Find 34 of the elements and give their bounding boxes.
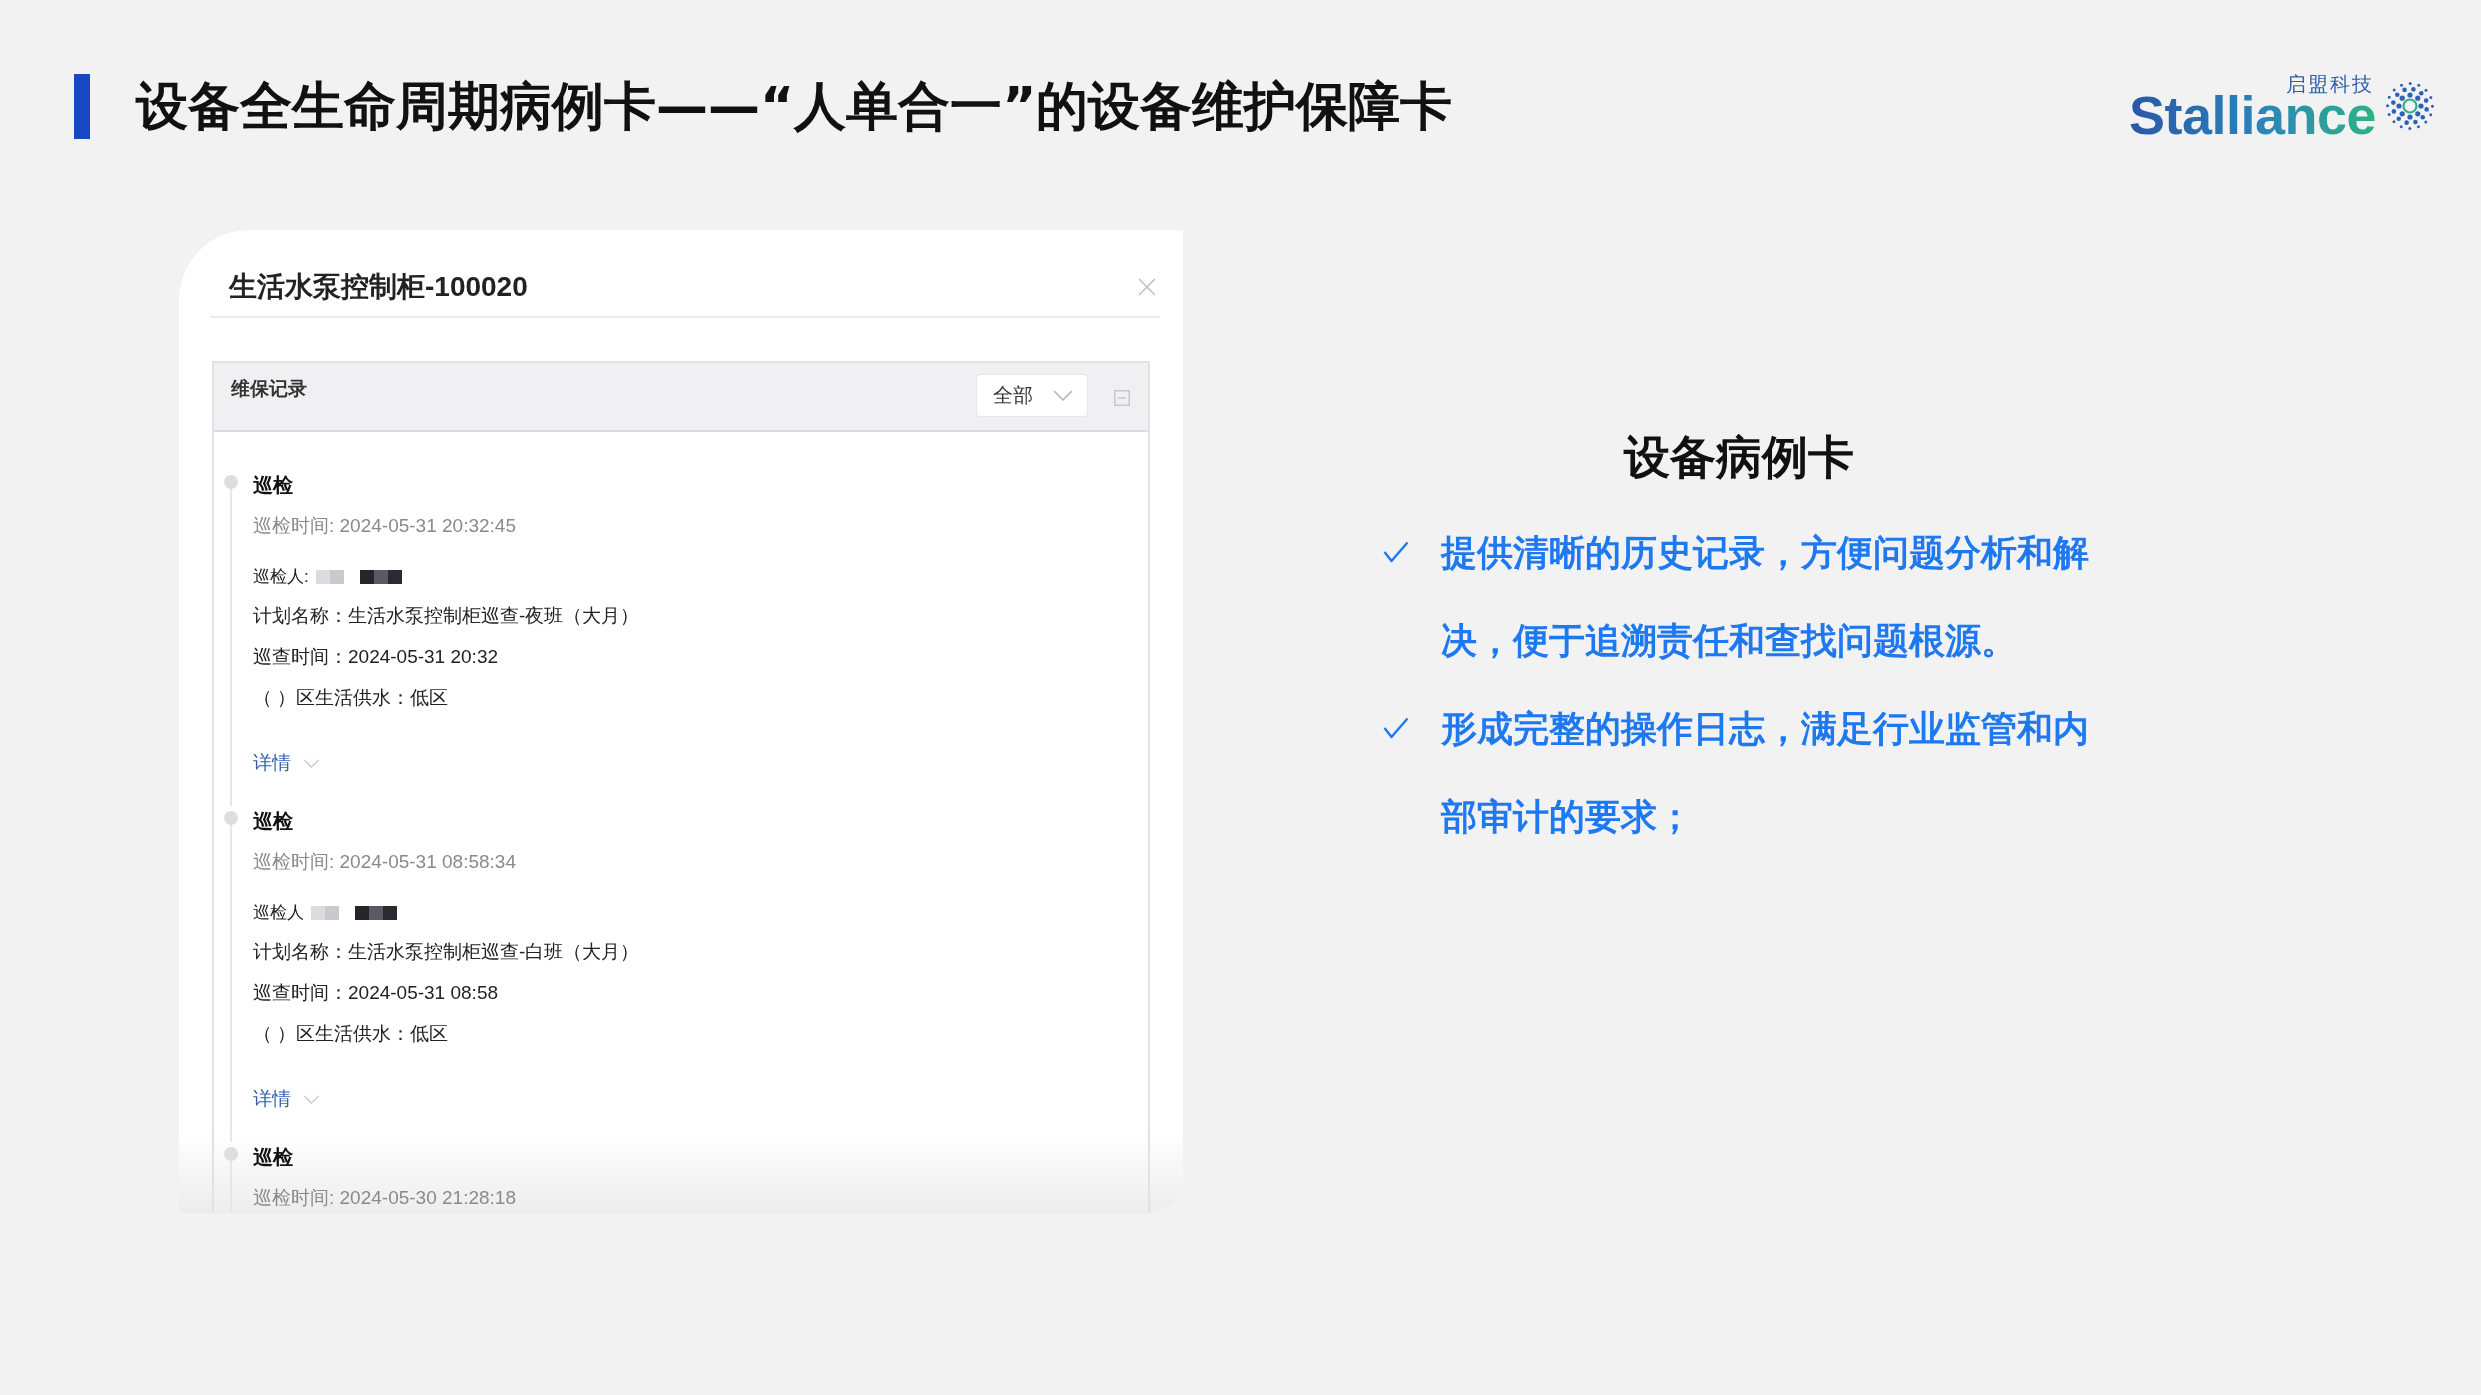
record-field: 计划名称：生活水泵控制柜巡查-白班（大月）	[253, 937, 640, 967]
record-field: （ ）区生活供水：低区	[253, 683, 449, 713]
pixelated-blur-icon	[311, 905, 397, 920]
record-field: 巡查时间：2024-05-31 08:58	[253, 978, 498, 1008]
feature-point: 形成完整的操作日志，满足行业监管和内部审计的要求；	[1441, 707, 2090, 839]
feature-title: 设备病例卡	[1624, 429, 1854, 485]
collapse-icon[interactable]	[1114, 390, 1130, 406]
feature-point: 提供清晰的历史记录，方便问题分析和解决，便于追溯责任和查找问题根源。	[1441, 531, 2090, 663]
checkmark-icon	[1383, 541, 1409, 563]
record-field: （ ）区生活供水：低区	[253, 1019, 449, 1049]
chevron-down-icon	[303, 1094, 320, 1104]
details-link[interactable]: 详情	[253, 1084, 320, 1114]
record-time: 巡检时间: 2024-05-30 21:28:18	[253, 1186, 516, 1210]
inspector-label: 巡检人:	[253, 566, 309, 588]
chevron-down-icon	[303, 758, 320, 768]
page-title: 设备全生命周期病例卡——“人单合一”的设备维护保障卡	[136, 74, 1453, 138]
filter-dropdown[interactable]: 全部	[976, 374, 1088, 417]
record-type: 巡检	[253, 1145, 293, 1170]
checkmark-icon	[1383, 717, 1409, 739]
chevron-down-icon	[1053, 390, 1073, 401]
card-title: 生活水泵控制柜-100020	[229, 270, 528, 304]
inspector-label: 巡检人	[253, 902, 304, 924]
record-type: 巡检	[253, 473, 293, 498]
panel-title: 维保记录	[231, 377, 307, 401]
record-time: 巡检时间: 2024-05-31 20:32:45	[253, 514, 516, 538]
details-link[interactable]: 详情	[253, 748, 320, 778]
record-time: 巡检时间: 2024-05-31 08:58:34	[253, 850, 516, 874]
pixelated-blur-icon	[315, 569, 402, 584]
close-icon[interactable]	[1138, 278, 1156, 296]
dotted-sphere-logo-icon	[2384, 80, 2436, 132]
title-accent-bar	[74, 73, 90, 139]
record-field: 计划名称：生活水泵控制柜巡查-夜班（大月）	[253, 601, 640, 631]
record-type: 巡检	[253, 809, 293, 834]
record-field: 巡查时间：2024-05-31 20:32	[253, 642, 498, 672]
